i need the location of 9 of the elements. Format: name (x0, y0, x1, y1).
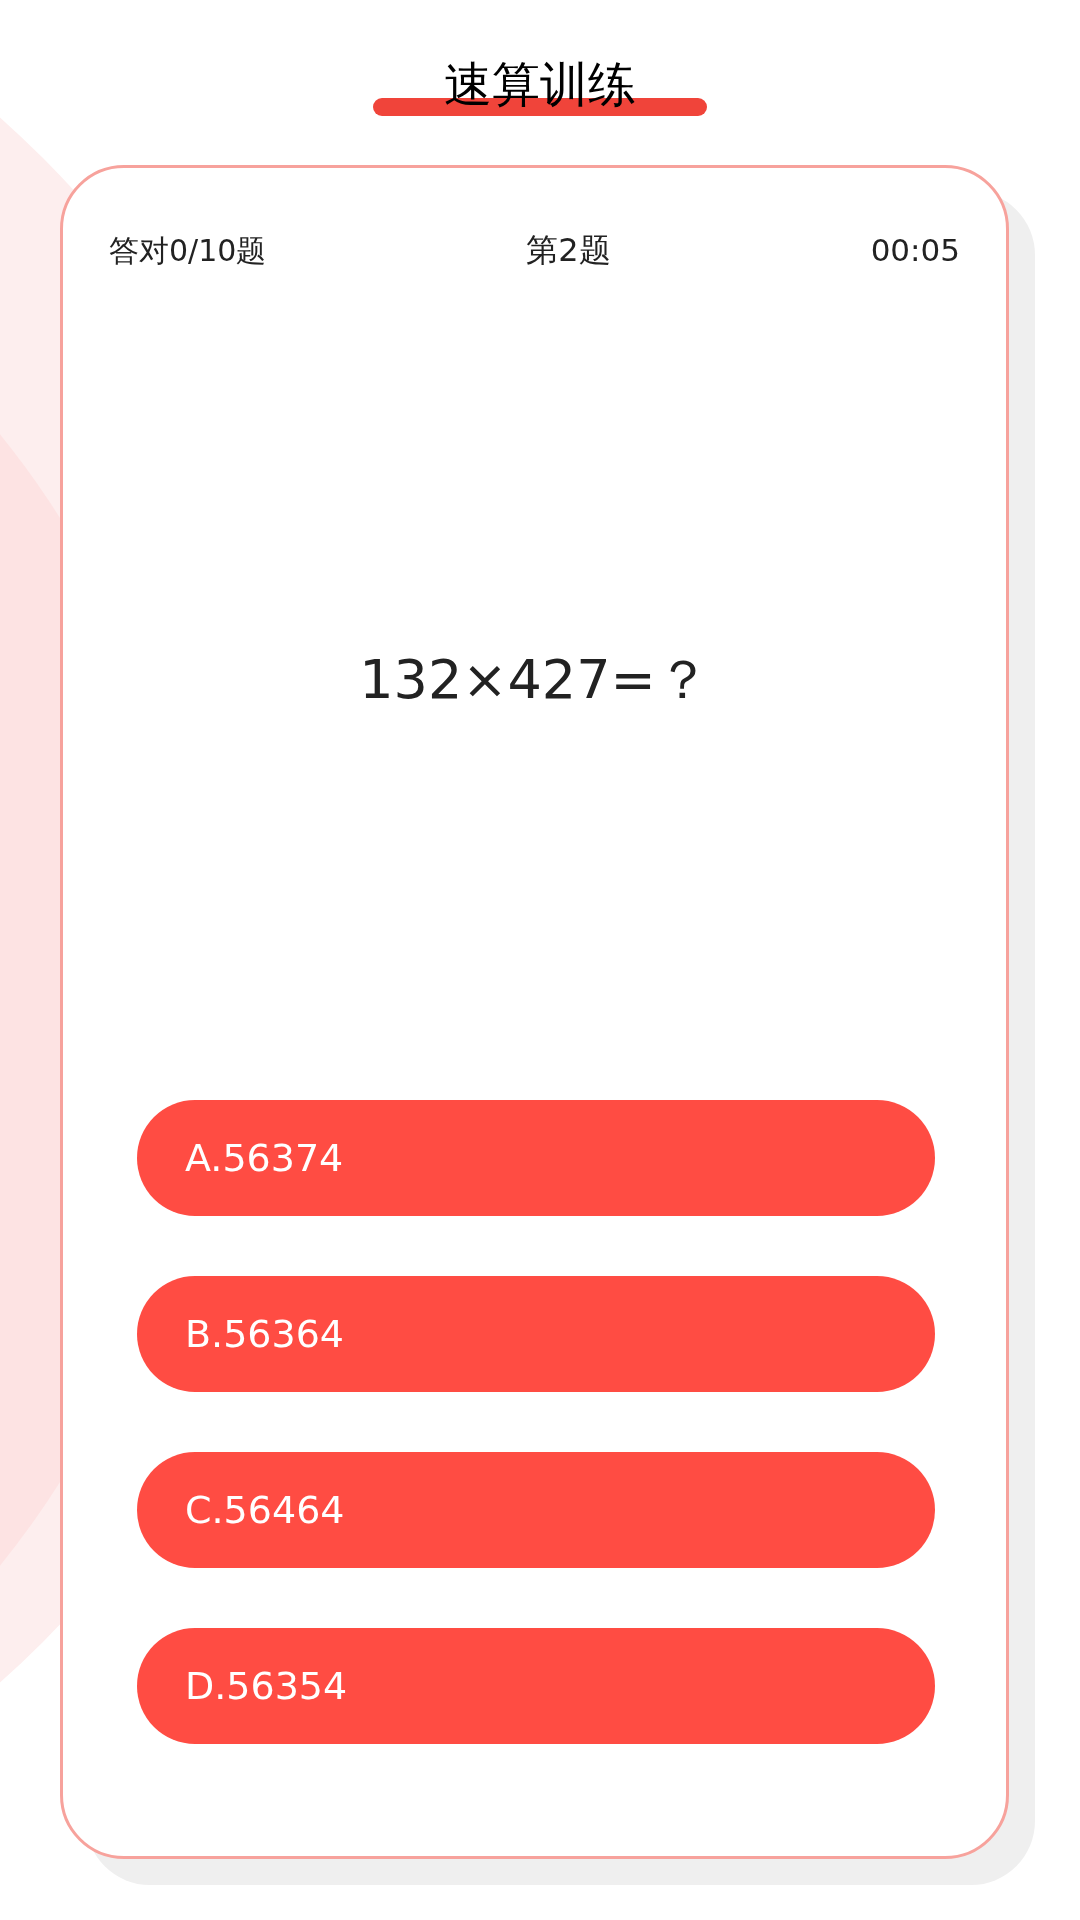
page-title: 速算训练 (444, 60, 636, 108)
answer-option[interactable]: D.56354 (137, 1628, 935, 1744)
question-number: 第2题 (526, 230, 611, 271)
timer: 00:05 (870, 230, 960, 270)
answer-option[interactable]: C.56464 (137, 1452, 935, 1568)
correct-count: 答对0/10题 (109, 231, 267, 270)
question-text: 132×427=？ (359, 647, 710, 713)
answer-option[interactable]: B.56364 (137, 1276, 935, 1392)
answer-option[interactable]: A.56374 (137, 1100, 935, 1216)
